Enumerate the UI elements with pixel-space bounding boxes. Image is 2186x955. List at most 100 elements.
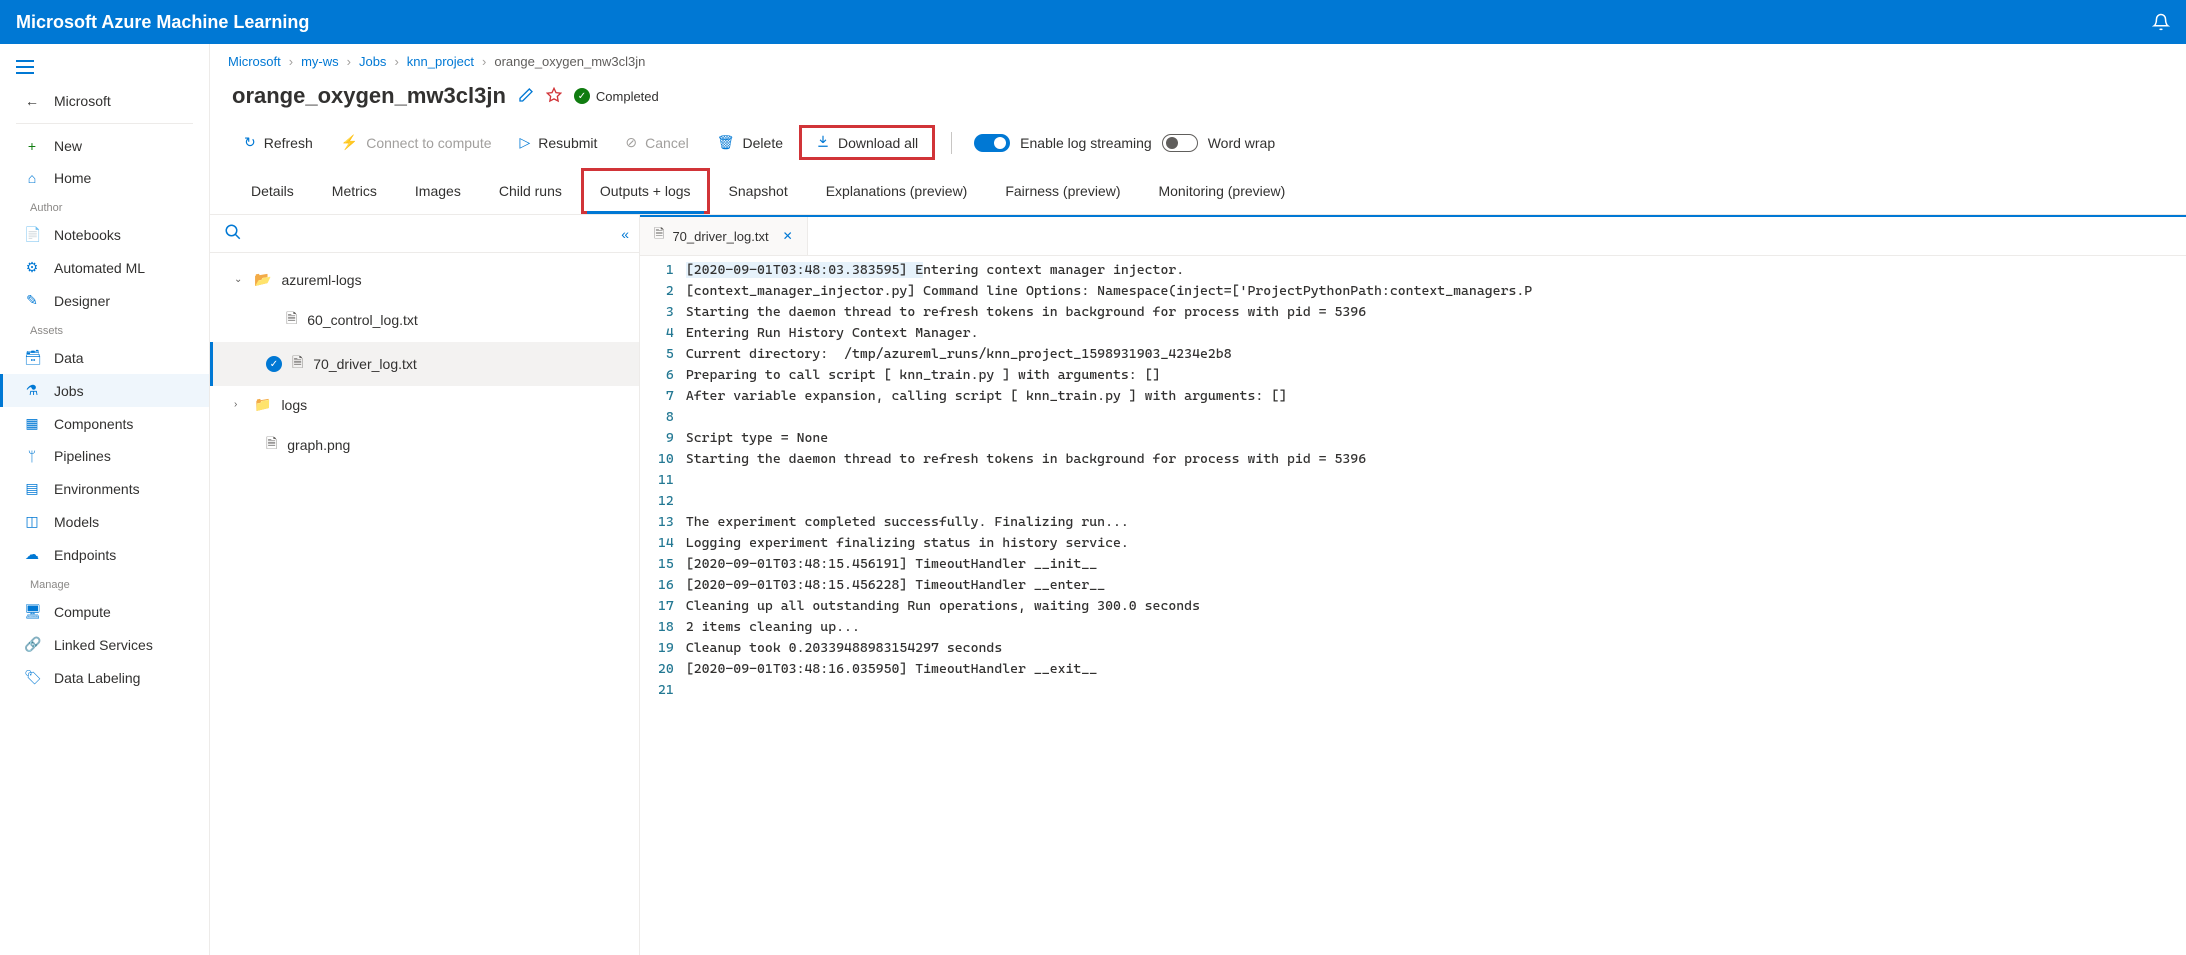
editor-body[interactable]: 123456789101112131415161718192021 [2020-… xyxy=(640,256,2186,955)
plug-icon: ⚡ xyxy=(341,134,358,151)
nav-icon: 🔗 xyxy=(24,636,40,653)
nav-icon: + xyxy=(24,138,40,154)
file-tree: ⌄ 📂 azureml-logs 🗎 60_control_log.txt ✓ … xyxy=(210,253,639,955)
trash-icon: 🗑 xyxy=(717,134,735,151)
nav-item-endpoints[interactable]: ☁Endpoints xyxy=(0,538,209,571)
nav-item-pipelines[interactable]: ᛘPipelines xyxy=(0,440,209,472)
file-70-driver-log[interactable]: ✓ 🗎 70_driver_log.txt xyxy=(210,342,639,386)
folder-logs[interactable]: › 📁 logs xyxy=(210,386,639,423)
nav-back[interactable]: ← Microsoft xyxy=(0,85,209,117)
nav-icon: ⌂ xyxy=(24,170,40,186)
tab-images[interactable]: Images xyxy=(396,168,480,214)
nav-item-notebooks[interactable]: 📄Notebooks xyxy=(0,218,209,251)
nav-section-author: Author xyxy=(0,194,209,218)
editor: 🗎 70_driver_log.txt ✕ 123456789101112131… xyxy=(640,215,2186,955)
folder-azureml-logs[interactable]: ⌄ 📂 azureml-logs xyxy=(210,261,639,298)
toggle-off-icon xyxy=(1162,134,1198,152)
file-60-control-log[interactable]: 🗎 60_control_log.txt xyxy=(210,298,639,342)
breadcrumb-link[interactable]: knn_project xyxy=(407,54,474,69)
chevron-right-icon: › xyxy=(234,399,244,410)
close-icon[interactable]: ✕ xyxy=(783,229,793,243)
nav-icon: ◫ xyxy=(24,513,40,530)
nav-item-linked-services[interactable]: 🔗Linked Services xyxy=(0,628,209,661)
breadcrumb-sep: › xyxy=(482,54,486,69)
breadcrumb-link[interactable]: Jobs xyxy=(359,54,386,69)
nav-item-home[interactable]: ⌂Home xyxy=(0,162,209,194)
connect-compute-button[interactable]: ⚡ Connect to compute xyxy=(329,126,504,159)
nav-icon: ᛘ xyxy=(24,448,40,464)
nav-icon: 🏷 xyxy=(24,669,40,686)
line-gutter: 123456789101112131415161718192021 xyxy=(640,256,686,955)
nav-icon: 📄 xyxy=(24,226,40,243)
breadcrumb-sep: › xyxy=(347,54,351,69)
download-all-button[interactable]: Download all xyxy=(799,125,935,160)
nav-icon: ▦ xyxy=(24,415,40,432)
nav-item-data[interactable]: 🗃Data xyxy=(0,341,209,374)
nav-item-models[interactable]: ◫Models xyxy=(0,505,209,538)
nav-icon: 🗃 xyxy=(24,349,40,366)
tab-outputs-logs[interactable]: Outputs + logs xyxy=(581,168,710,214)
nav-icon: ⚙ xyxy=(24,259,40,276)
check-circle-icon: ✓ xyxy=(266,356,282,372)
tab-monitoring-preview-[interactable]: Monitoring (preview) xyxy=(1139,168,1304,214)
resubmit-button[interactable]: ▷ Resubmit xyxy=(508,126,610,159)
file-icon: 🗎 xyxy=(654,225,664,247)
hamburger-icon[interactable] xyxy=(0,52,209,85)
tab-metrics[interactable]: Metrics xyxy=(313,168,396,214)
tab-snapshot[interactable]: Snapshot xyxy=(710,168,807,214)
bell-icon[interactable] xyxy=(2152,13,2170,31)
star-icon[interactable] xyxy=(546,87,562,106)
nav-item-data-labeling[interactable]: 🏷Data Labeling xyxy=(0,661,209,694)
nav-item-environments[interactable]: ▤Environments xyxy=(0,472,209,505)
status-badge: ✓ Completed xyxy=(574,88,659,104)
nav-icon: ▤ xyxy=(24,480,40,497)
download-icon xyxy=(816,134,830,151)
main: Microsoft › my-ws › Jobs › knn_project › orange_… xyxy=(210,44,2186,955)
nav-divider xyxy=(16,123,193,124)
search-icon[interactable] xyxy=(224,223,242,244)
breadcrumb-sep: › xyxy=(289,54,293,69)
breadcrumb-current: orange_oxygen_mw3cl3jn xyxy=(494,54,645,69)
toggle-on-icon xyxy=(974,134,1010,152)
breadcrumb-sep: › xyxy=(394,54,398,69)
collapse-panel-icon[interactable]: « xyxy=(621,226,625,242)
breadcrumb: Microsoft › my-ws › Jobs › knn_project › orange_… xyxy=(210,44,2186,79)
nav-item-designer[interactable]: ✎Designer xyxy=(0,284,209,317)
page-title: orange_oxygen_mw3cl3jn xyxy=(232,83,506,109)
tabs: DetailsMetricsImagesChild runsOutputs + … xyxy=(210,168,2186,215)
nav-item-compute[interactable]: 🖥Compute xyxy=(0,595,209,628)
nav-icon: ☁ xyxy=(24,546,40,563)
refresh-icon: ↻ xyxy=(244,134,256,151)
log-streaming-toggle[interactable]: Enable log streaming xyxy=(974,134,1152,152)
cancel-button[interactable]: ⊘ Cancel xyxy=(613,126,700,159)
chevron-down-icon: ⌄ xyxy=(234,274,244,285)
topbar: Microsoft Azure Machine Learning xyxy=(0,0,2186,44)
file-graph-png[interactable]: 🗎 graph.png xyxy=(210,423,639,467)
folder-open-icon: 📂 xyxy=(254,271,271,288)
nav-section-manage: Manage xyxy=(0,571,209,595)
toolbar: ↻ Refresh ⚡ Connect to compute ▷ Resubmi… xyxy=(210,121,2186,168)
word-wrap-toggle[interactable]: Word wrap xyxy=(1162,134,1275,152)
tab-child-runs[interactable]: Child runs xyxy=(480,168,581,214)
folder-icon: 📁 xyxy=(254,396,271,413)
refresh-button[interactable]: ↻ Refresh xyxy=(232,126,325,159)
code-content: [2020-09-01T03:48:03.383595] Entering co… xyxy=(686,256,1532,955)
nav-item-new[interactable]: +New xyxy=(0,130,209,162)
tab-details[interactable]: Details xyxy=(232,168,313,214)
nav-icon: 🖥 xyxy=(24,603,40,620)
breadcrumb-link[interactable]: Microsoft xyxy=(228,54,281,69)
nav-item-components[interactable]: ▦Components xyxy=(0,407,209,440)
delete-button[interactable]: 🗑 Delete xyxy=(705,126,795,159)
tab-fairness-preview-[interactable]: Fairness (preview) xyxy=(986,168,1139,214)
file-icon: 🗎 xyxy=(292,352,303,376)
nav-item-automated-ml[interactable]: ⚙Automated ML xyxy=(0,251,209,284)
page-header: orange_oxygen_mw3cl3jn ✓ Completed xyxy=(210,79,2186,121)
product-title: Microsoft Azure Machine Learning xyxy=(16,12,309,33)
nav-item-jobs[interactable]: ⚗Jobs xyxy=(0,374,209,407)
editor-tab-driver-log[interactable]: 🗎 70_driver_log.txt ✕ xyxy=(640,217,808,255)
nav-icon: ⚗ xyxy=(24,382,40,399)
nav-icon: ✎ xyxy=(24,292,40,309)
breadcrumb-link[interactable]: my-ws xyxy=(301,54,339,69)
edit-icon[interactable] xyxy=(518,87,534,106)
tab-explanations-preview-[interactable]: Explanations (preview) xyxy=(807,168,987,214)
